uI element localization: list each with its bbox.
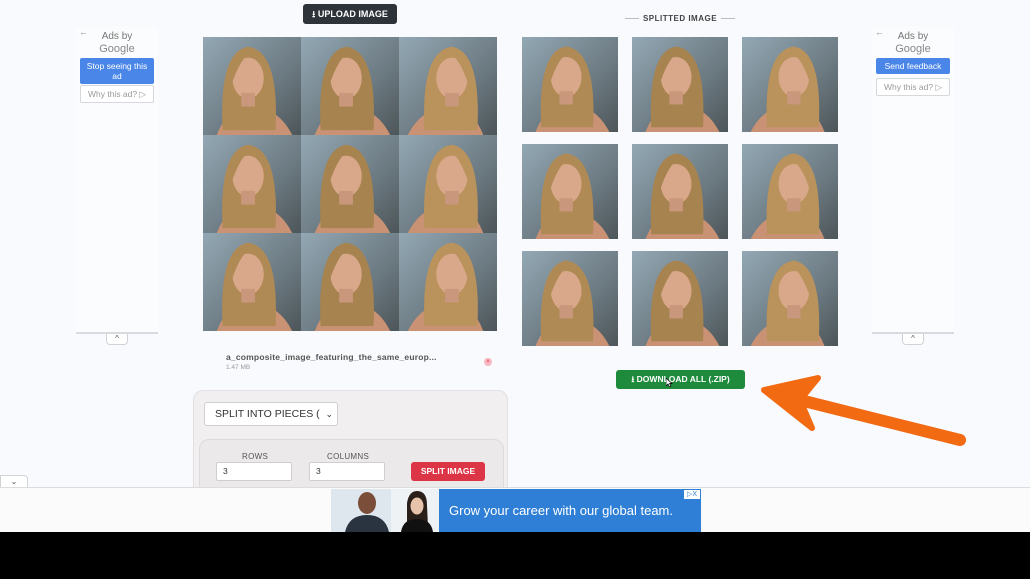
- google-label: Google: [99, 43, 135, 55]
- columns-input[interactable]: 3: [309, 462, 385, 481]
- source-image-tile: [203, 233, 301, 331]
- source-image-tile: [301, 135, 399, 233]
- heading-divider: [721, 18, 736, 20]
- ads-by-label: Ads by: [897, 31, 929, 42]
- upload-label: UPLOAD IMAGE: [317, 9, 388, 19]
- split-piece-thumbnail[interactable]: [742, 37, 838, 132]
- source-image-tile: [399, 37, 497, 135]
- split-piece-thumbnail[interactable]: [632, 37, 728, 132]
- page: ← Ads by Google Stop seeing this ad Why …: [0, 0, 1030, 532]
- source-image-preview: [203, 37, 497, 331]
- bottom-banner-ad[interactable]: Grow your career with our global team. ▷…: [331, 489, 701, 532]
- orange-arrow-icon: [761, 375, 966, 446]
- split-piece-thumbnail[interactable]: [742, 144, 838, 239]
- columns-label: COLUMNS: [327, 452, 370, 461]
- source-image-tile: [301, 37, 399, 135]
- rows-input[interactable]: 3: [216, 462, 292, 481]
- source-image-tile: [301, 233, 399, 331]
- download-label: DOWNLOAD ALL (.ZIP): [636, 374, 730, 384]
- source-filename: a_composite_image_featuring_the_same_eur…: [226, 352, 437, 362]
- mouse-cursor-icon: [666, 378, 673, 387]
- why-this-ad-button[interactable]: Why this ad? ▷: [876, 78, 950, 96]
- split-mode-select[interactable]: SPLIT INTO PIECES ( ⌄: [204, 402, 338, 426]
- source-image-tile: [203, 135, 301, 233]
- banner-ad-photo: [331, 489, 439, 532]
- collapse-left-ad-button[interactable]: ^: [106, 334, 128, 345]
- left-side-ad: ← Ads by Google Stop seeing this ad Why …: [76, 27, 158, 334]
- splitted-image-heading: SPLITTED IMAGE: [620, 14, 740, 23]
- ad-choices-icon[interactable]: ▷X: [684, 490, 700, 499]
- heading-text: SPLITTED IMAGE: [642, 14, 718, 23]
- heading-divider: [624, 18, 639, 20]
- upload-icon: ⭳: [312, 9, 316, 19]
- split-piece-thumbnail[interactable]: [742, 251, 838, 346]
- source-image-tile: [399, 135, 497, 233]
- why-this-ad-button[interactable]: Why this ad? ▷: [80, 85, 154, 103]
- source-image-tile: [399, 233, 497, 331]
- remove-file-button[interactable]: ×: [484, 358, 492, 366]
- split-piece-thumbnail[interactable]: [632, 144, 728, 239]
- download-icon: ⭳: [631, 374, 635, 384]
- source-filesize: 1.47 MB: [226, 364, 251, 371]
- source-image-tile: [203, 37, 301, 135]
- ads-by-google: Ads by Google: [76, 31, 158, 55]
- toggle-bottom-ad-button[interactable]: ⌄: [0, 475, 28, 487]
- rows-label: ROWS: [242, 452, 269, 461]
- split-piece-thumbnail[interactable]: [632, 251, 728, 346]
- banner-ad-text: Grow your career with our global team.: [449, 503, 673, 518]
- chevron-down-icon: ⌄: [325, 409, 333, 419]
- ads-by-label: Ads by: [101, 31, 133, 42]
- ads-by-google: Ads by Google: [872, 31, 954, 55]
- download-all-button[interactable]: ⭳ DOWNLOAD ALL (.ZIP): [616, 370, 745, 389]
- stop-seeing-ad-button[interactable]: Stop seeing this ad: [80, 58, 154, 84]
- send-feedback-button[interactable]: Send feedback: [876, 58, 950, 74]
- collapse-right-ad-button[interactable]: ^: [902, 334, 924, 345]
- right-side-ad: ← Ads by Google Send feedback Why this a…: [872, 27, 954, 334]
- split-image-button[interactable]: SPLIT IMAGE: [411, 462, 485, 481]
- split-mode-value: SPLIT INTO PIECES (: [215, 408, 320, 420]
- upload-image-button[interactable]: ⭳ UPLOAD IMAGE: [303, 4, 397, 24]
- split-piece-thumbnail[interactable]: [522, 37, 618, 132]
- split-piece-thumbnail[interactable]: [522, 251, 618, 346]
- split-piece-thumbnail[interactable]: [522, 144, 618, 239]
- google-label: Google: [895, 43, 931, 55]
